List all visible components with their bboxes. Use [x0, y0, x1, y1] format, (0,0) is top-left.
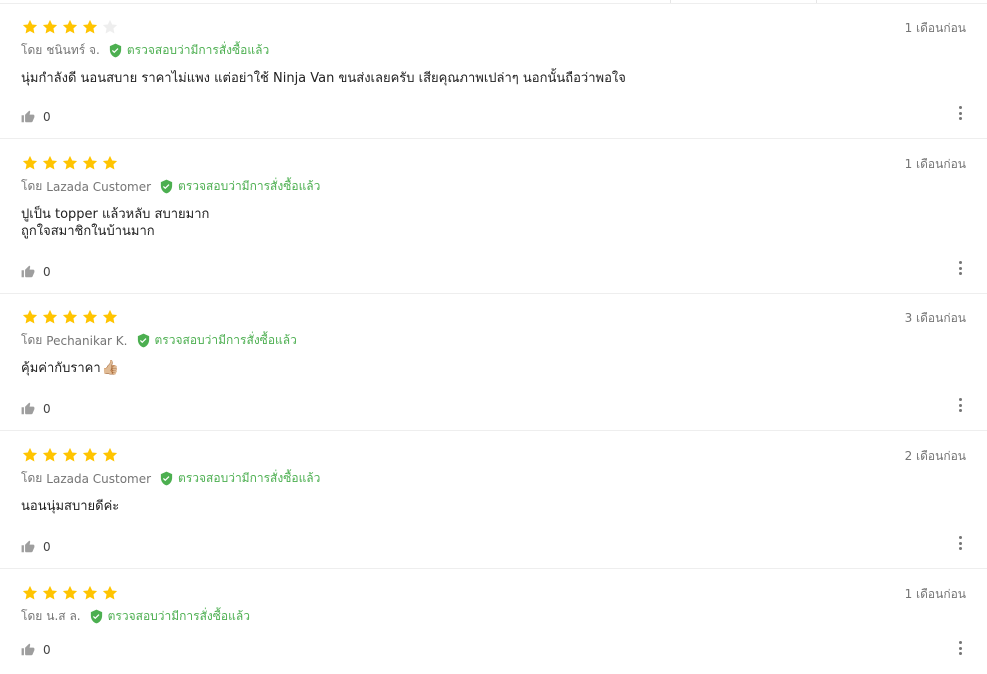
star-filled-icon [101, 308, 119, 326]
star-filled-icon [21, 154, 39, 172]
verified-shield-icon [137, 333, 149, 348]
star-filled-icon [21, 18, 39, 36]
review-item: 2 เดือนก่อน โดย Lazada Customer ตรวจสอบว… [0, 432, 987, 569]
like-count: 0 [43, 402, 51, 416]
review-text-container: คุ้มค่ากับราคา👍🏼 [21, 360, 119, 377]
like-button[interactable]: 0 [21, 540, 51, 554]
star-filled-icon [81, 154, 99, 172]
star-filled-icon [101, 154, 119, 172]
verified-badge: ตรวจสอบว่ามีการสั่งซื้อแล้ว [108, 41, 269, 60]
more-options-icon[interactable] [957, 261, 963, 275]
review-date: 3 เดือนก่อน [904, 311, 966, 325]
review-text: ปูเป็น topper แล้วหลับ สบายมาก ถูกใจสมาช… [21, 207, 210, 239]
verified-badge: ตรวจสอบว่ามีการสั่งซื้อแล้ว [136, 331, 297, 350]
star-filled-icon [41, 584, 59, 602]
more-options-icon[interactable] [957, 398, 963, 412]
author-name: Lazada Customer [46, 471, 152, 486]
star-filled-icon [21, 446, 39, 464]
review-item: 1 เดือนก่อน โดย น.ส ล. ตรวจสอบว่ามีการสั… [0, 570, 987, 674]
review-text: คุ้มค่ากับราคา [21, 361, 101, 376]
star-filled-icon [101, 584, 119, 602]
star-filled-icon [61, 584, 79, 602]
verified-badge: ตรวจสอบว่ามีการสั่งซื้อแล้ว [159, 177, 320, 196]
thumbs-up-icon [21, 643, 35, 656]
like-button[interactable]: 0 [21, 643, 51, 657]
review-author-line: โดย Lazada Customer ตรวจสอบว่ามีการสั่งซ… [21, 469, 320, 488]
star-filled-icon [61, 154, 79, 172]
verified-label: ตรวจสอบว่ามีการสั่งซื้อแล้ว [154, 333, 297, 347]
star-filled-icon [21, 308, 39, 326]
like-button[interactable]: 0 [21, 402, 51, 416]
author-name: Lazada Customer [46, 179, 152, 194]
star-rating [21, 18, 119, 36]
like-count: 0 [43, 643, 51, 657]
review-date: 2 เดือนก่อน [904, 449, 966, 463]
review-text: นุ่มกำลังดี นอนสบาย ราคาไม่แพง แต่อย่าใช… [21, 71, 626, 86]
star-filled-icon [41, 308, 59, 326]
by-label: โดย [21, 609, 43, 623]
like-count: 0 [43, 110, 51, 124]
review-date: 1 เดือนก่อน [904, 21, 966, 35]
like-button[interactable]: 0 [21, 110, 51, 124]
verified-label: ตรวจสอบว่ามีการสั่งซื้อแล้ว [126, 43, 270, 57]
star-filled-icon [81, 18, 99, 36]
thumbs-up-icon [21, 540, 35, 553]
more-options-icon[interactable] [957, 106, 963, 120]
review-text: นอนนุ่มสบายดีค่ะ [21, 499, 120, 514]
review-item: 1 เดือนก่อน โดย ชนินทร์ จ. ตรวจสอบว่ามีก… [0, 4, 987, 139]
star-filled-icon [61, 446, 79, 464]
star-filled-icon [81, 308, 99, 326]
verified-label: ตรวจสอบว่ามีการสั่งซื้อแล้ว [178, 179, 321, 193]
star-rating [21, 446, 119, 464]
verified-shield-icon [160, 471, 173, 486]
by-label: โดย [21, 179, 43, 193]
verified-shield-icon [90, 609, 102, 624]
verified-badge: ตรวจสอบว่ามีการสั่งซื้อแล้ว [159, 469, 320, 488]
star-rating [21, 154, 119, 172]
verified-shield-icon [160, 179, 173, 194]
star-filled-icon [81, 584, 99, 602]
review-date: 1 เดือนก่อน [904, 587, 966, 601]
top-tick [670, 0, 671, 3]
review-author-line: โดย น.ส ล. ตรวจสอบว่ามีการสั่งซื้อแล้ว [21, 607, 250, 626]
thumbs-up-icon [21, 110, 35, 123]
more-options-icon[interactable] [957, 536, 963, 550]
by-label: โดย [21, 43, 43, 57]
star-filled-icon [21, 584, 39, 602]
verified-badge: ตรวจสอบว่ามีการสั่งซื้อแล้ว [89, 607, 250, 626]
by-label: โดย [21, 471, 43, 485]
review-author-line: โดย Pechanikar K. ตรวจสอบว่ามีการสั่งซื้… [21, 331, 297, 350]
like-count: 0 [43, 265, 51, 279]
star-filled-icon [61, 18, 79, 36]
star-filled-icon [41, 154, 59, 172]
star-filled-icon [81, 446, 99, 464]
review-date: 1 เดือนก่อน [904, 157, 966, 171]
like-count: 0 [43, 540, 51, 554]
thumbs-up-icon [21, 402, 35, 415]
verified-label: ตรวจสอบว่ามีการสั่งซื้อแล้ว [107, 609, 250, 623]
verified-label: ตรวจสอบว่ามีการสั่งซื้อแล้ว [178, 471, 321, 485]
more-options-icon[interactable] [957, 641, 963, 655]
star-filled-icon [41, 18, 59, 36]
author-name: Pechanikar K. [46, 333, 128, 348]
star-rating [21, 584, 119, 602]
star-empty-icon [101, 18, 119, 36]
star-filled-icon [61, 308, 79, 326]
review-author-line: โดย ชนินทร์ จ. ตรวจสอบว่ามีการสั่งซื้อแล… [21, 41, 269, 60]
verified-shield-icon [109, 43, 121, 58]
star-filled-icon [41, 446, 59, 464]
review-author-line: โดย Lazada Customer ตรวจสอบว่ามีการสั่งซ… [21, 177, 320, 196]
like-button[interactable]: 0 [21, 265, 51, 279]
star-filled-icon [101, 446, 119, 464]
reviews-page: 1 เดือนก่อน โดย ชนินทร์ จ. ตรวจสอบว่ามีก… [0, 0, 987, 674]
thumbs-up-emoji: 👍🏼 [101, 360, 120, 376]
star-rating [21, 308, 119, 326]
review-item: 1 เดือนก่อน โดย Lazada Customer ตรวจสอบว… [0, 140, 987, 294]
author-name: น.ส ล. [46, 609, 81, 623]
thumbs-up-icon [21, 265, 35, 278]
by-label: โดย [21, 333, 43, 347]
review-item: 3 เดือนก่อน โดย Pechanikar K. ตรวจสอบว่า… [0, 294, 987, 431]
top-tick [816, 0, 817, 3]
author-name: ชนินทร์ จ. [46, 43, 100, 57]
